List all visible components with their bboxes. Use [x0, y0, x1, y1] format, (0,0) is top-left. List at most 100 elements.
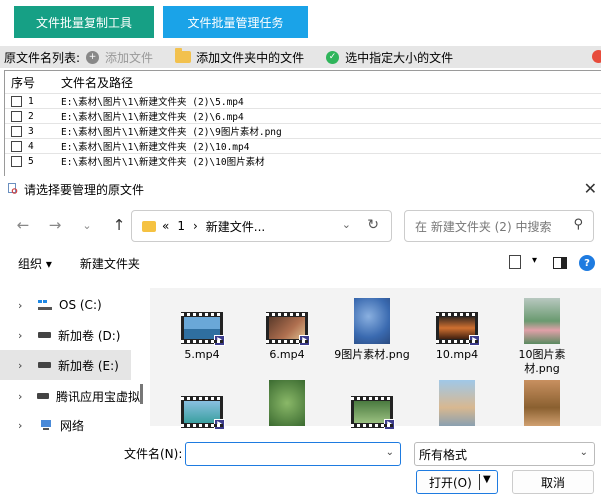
row-checkbox[interactable]	[11, 125, 22, 137]
row-checkbox[interactable]	[11, 110, 22, 122]
chevron-right-icon[interactable]: ›	[18, 359, 30, 372]
tab-file-batch-manage[interactable]: 文件批量管理任务	[163, 6, 308, 38]
file-tile-5mp4[interactable]: ▶ 5.mp4	[162, 312, 242, 362]
file-list-label: 原文件名列表:	[4, 50, 81, 65]
table-row[interactable]: 3 E:\素材\图片\1\新建文件夹 (2)\9图片素材.png	[5, 123, 601, 138]
address-prefix: «	[162, 219, 170, 233]
row-number: 3	[28, 125, 34, 137]
split-divider	[479, 474, 480, 490]
file-type-select[interactable]: 所有格式 ⌄	[414, 442, 595, 466]
filename-input[interactable]: ⌄	[185, 442, 401, 466]
preview-pane-icon[interactable]	[553, 257, 567, 269]
nav-item-os-c[interactable]: › OS (C:)	[0, 290, 140, 320]
chevron-down-icon[interactable]: ⌄	[386, 447, 394, 458]
select-by-size-label: 选中指定大小的文件	[345, 50, 454, 65]
dropdown-arrow-icon[interactable]: ▼	[483, 474, 491, 485]
file-tile[interactable]	[502, 380, 582, 426]
row-path: E:\素材\图片\1\新建文件夹 (2)\5.mp4	[61, 97, 244, 108]
file-tile-10mp4[interactable]: ▶ 10.mp4	[417, 312, 497, 362]
drive-icon	[37, 393, 49, 399]
file-tile[interactable]: ▶	[332, 396, 412, 430]
nav-item-label: 新加卷 (E:)	[58, 358, 119, 373]
scrollbar[interactable]	[140, 384, 143, 404]
image-thumbnail-icon	[439, 380, 475, 426]
file-type-value: 所有格式	[419, 447, 468, 462]
video-thumbnail-icon: ▶	[436, 312, 480, 346]
row-path: E:\素材\图片\1\新建文件夹 (2)\10.mp4	[61, 142, 250, 153]
file-tile-9png[interactable]: 9图片素材.png	[332, 298, 412, 362]
chevron-right-icon[interactable]: ›	[18, 329, 30, 342]
plus-icon: +	[86, 50, 100, 64]
back-arrow-icon[interactable]: ←	[14, 216, 32, 234]
file-tile[interactable]	[247, 380, 327, 426]
chevron-down-icon[interactable]: ⌄	[342, 218, 351, 231]
chevron-right-icon[interactable]: ›	[18, 419, 30, 432]
table-row[interactable]: 1 E:\素材\图片\1\新建文件夹 (2)\5.mp4	[5, 93, 601, 108]
file-tile-10png[interactable]: 10图片素材.png	[502, 298, 582, 376]
table-row[interactable]: 5 E:\素材\图片\1\新建文件夹 (2)\10图片素材	[5, 153, 601, 168]
open-button-label: 打开(O)	[429, 475, 472, 490]
row-checkbox[interactable]	[11, 155, 22, 167]
forward-arrow-icon[interactable]: →	[46, 216, 64, 234]
dialog-navbar: ← → ⌄ ↑ « 1 › 新建文件... ⌄ ↻ 在 新建文件夹 (2) 中搜…	[0, 202, 601, 248]
drive-icon	[38, 332, 51, 338]
open-button[interactable]: 打开(O) ▼	[416, 470, 498, 494]
image-thumbnail-icon	[269, 380, 305, 426]
table-row[interactable]: 4 E:\素材\图片\1\新建文件夹 (2)\10.mp4	[5, 138, 601, 153]
nav-item-d[interactable]: › 新加卷 (D:)	[0, 320, 140, 350]
search-icon: ⚲	[573, 217, 583, 232]
add-file-button[interactable]: + 添加文件	[86, 49, 153, 66]
row-number: 2	[28, 110, 34, 122]
address-segment-2[interactable]: 新建文件...	[206, 218, 265, 235]
dialog-command-bar: 组织 ▾ 新建文件夹 ▾ ?	[0, 248, 601, 278]
file-name: 5.mp4	[184, 348, 220, 361]
remove-icon[interactable]	[592, 50, 601, 63]
tab-file-batch-copy[interactable]: 文件批量复制工具	[14, 6, 154, 38]
select-by-size-button[interactable]: ✓ 选中指定大小的文件	[326, 49, 453, 66]
new-folder-button[interactable]: 新建文件夹	[80, 255, 140, 272]
dialog-title: 请选择要管理的原文件	[24, 182, 145, 197]
file-tile[interactable]: ▶	[162, 396, 242, 430]
chevron-down-icon[interactable]: ▾	[532, 255, 537, 266]
nav-item-label: OS (C:)	[59, 298, 102, 312]
row-path: E:\素材\图片\1\新建文件夹 (2)\10图片素材	[61, 157, 265, 168]
row-number: 1	[28, 95, 34, 107]
nav-item-e[interactable]: › 新加卷 (E:)	[0, 350, 131, 380]
add-folder-files-button[interactable]: 添加文件夹中的文件	[175, 48, 305, 66]
video-thumbnail-icon: ▶	[351, 396, 395, 430]
address-bar[interactable]: « 1 › 新建文件... ⌄ ↻	[131, 210, 392, 242]
help-icon[interactable]: ?	[579, 255, 595, 271]
organize-menu[interactable]: 组织 ▾	[18, 255, 52, 272]
drive-icon	[38, 362, 51, 368]
nav-item-network[interactable]: › 网络	[0, 410, 140, 440]
chevron-right-icon[interactable]: ›	[18, 390, 29, 403]
address-segment-1[interactable]: 1	[177, 219, 185, 233]
chevron-down-icon[interactable]: ⌄	[580, 447, 588, 458]
file-name: 10图片素材.png	[518, 348, 566, 375]
cancel-button[interactable]: 取消	[512, 470, 594, 494]
nav-item-label: 新加卷 (D:)	[58, 328, 121, 343]
add-folder-files-label: 添加文件夹中的文件	[196, 50, 305, 65]
refresh-icon[interactable]: ↻	[367, 217, 379, 233]
video-thumbnail-icon: ▶	[181, 396, 225, 430]
recent-chevron-icon[interactable]: ⌄	[78, 219, 96, 232]
search-input[interactable]: 在 新建文件夹 (2) 中搜索 ⚲	[404, 210, 594, 242]
file-tile-6mp4[interactable]: ▶ 6.mp4	[247, 312, 327, 362]
add-file-label: 添加文件	[105, 50, 154, 65]
header-number: 序号	[11, 75, 36, 90]
row-checkbox[interactable]	[11, 95, 22, 107]
file-tile[interactable]	[417, 380, 497, 426]
up-arrow-icon[interactable]: ↑	[110, 216, 128, 234]
video-badge-icon: ▶	[469, 335, 480, 346]
chevron-right-icon[interactable]: ›	[18, 299, 30, 312]
row-checkbox[interactable]	[11, 140, 22, 152]
table-header: 序号 文件名及路径	[5, 71, 601, 93]
network-icon	[41, 420, 51, 430]
dialog-content: › OS (C:) › 新加卷 (D:) › 新加卷 (E:) › 腾讯应用宝虚…	[0, 288, 601, 433]
header-path: 文件名及路径	[61, 75, 134, 90]
table-row[interactable]: 2 E:\素材\图片\1\新建文件夹 (2)\6.mp4	[5, 108, 601, 123]
close-icon[interactable]: ✕	[584, 179, 597, 198]
view-icon[interactable]	[509, 255, 521, 269]
row-number: 5	[28, 155, 34, 167]
nav-item-tencent[interactable]: › 腾讯应用宝虚拟	[0, 381, 140, 411]
